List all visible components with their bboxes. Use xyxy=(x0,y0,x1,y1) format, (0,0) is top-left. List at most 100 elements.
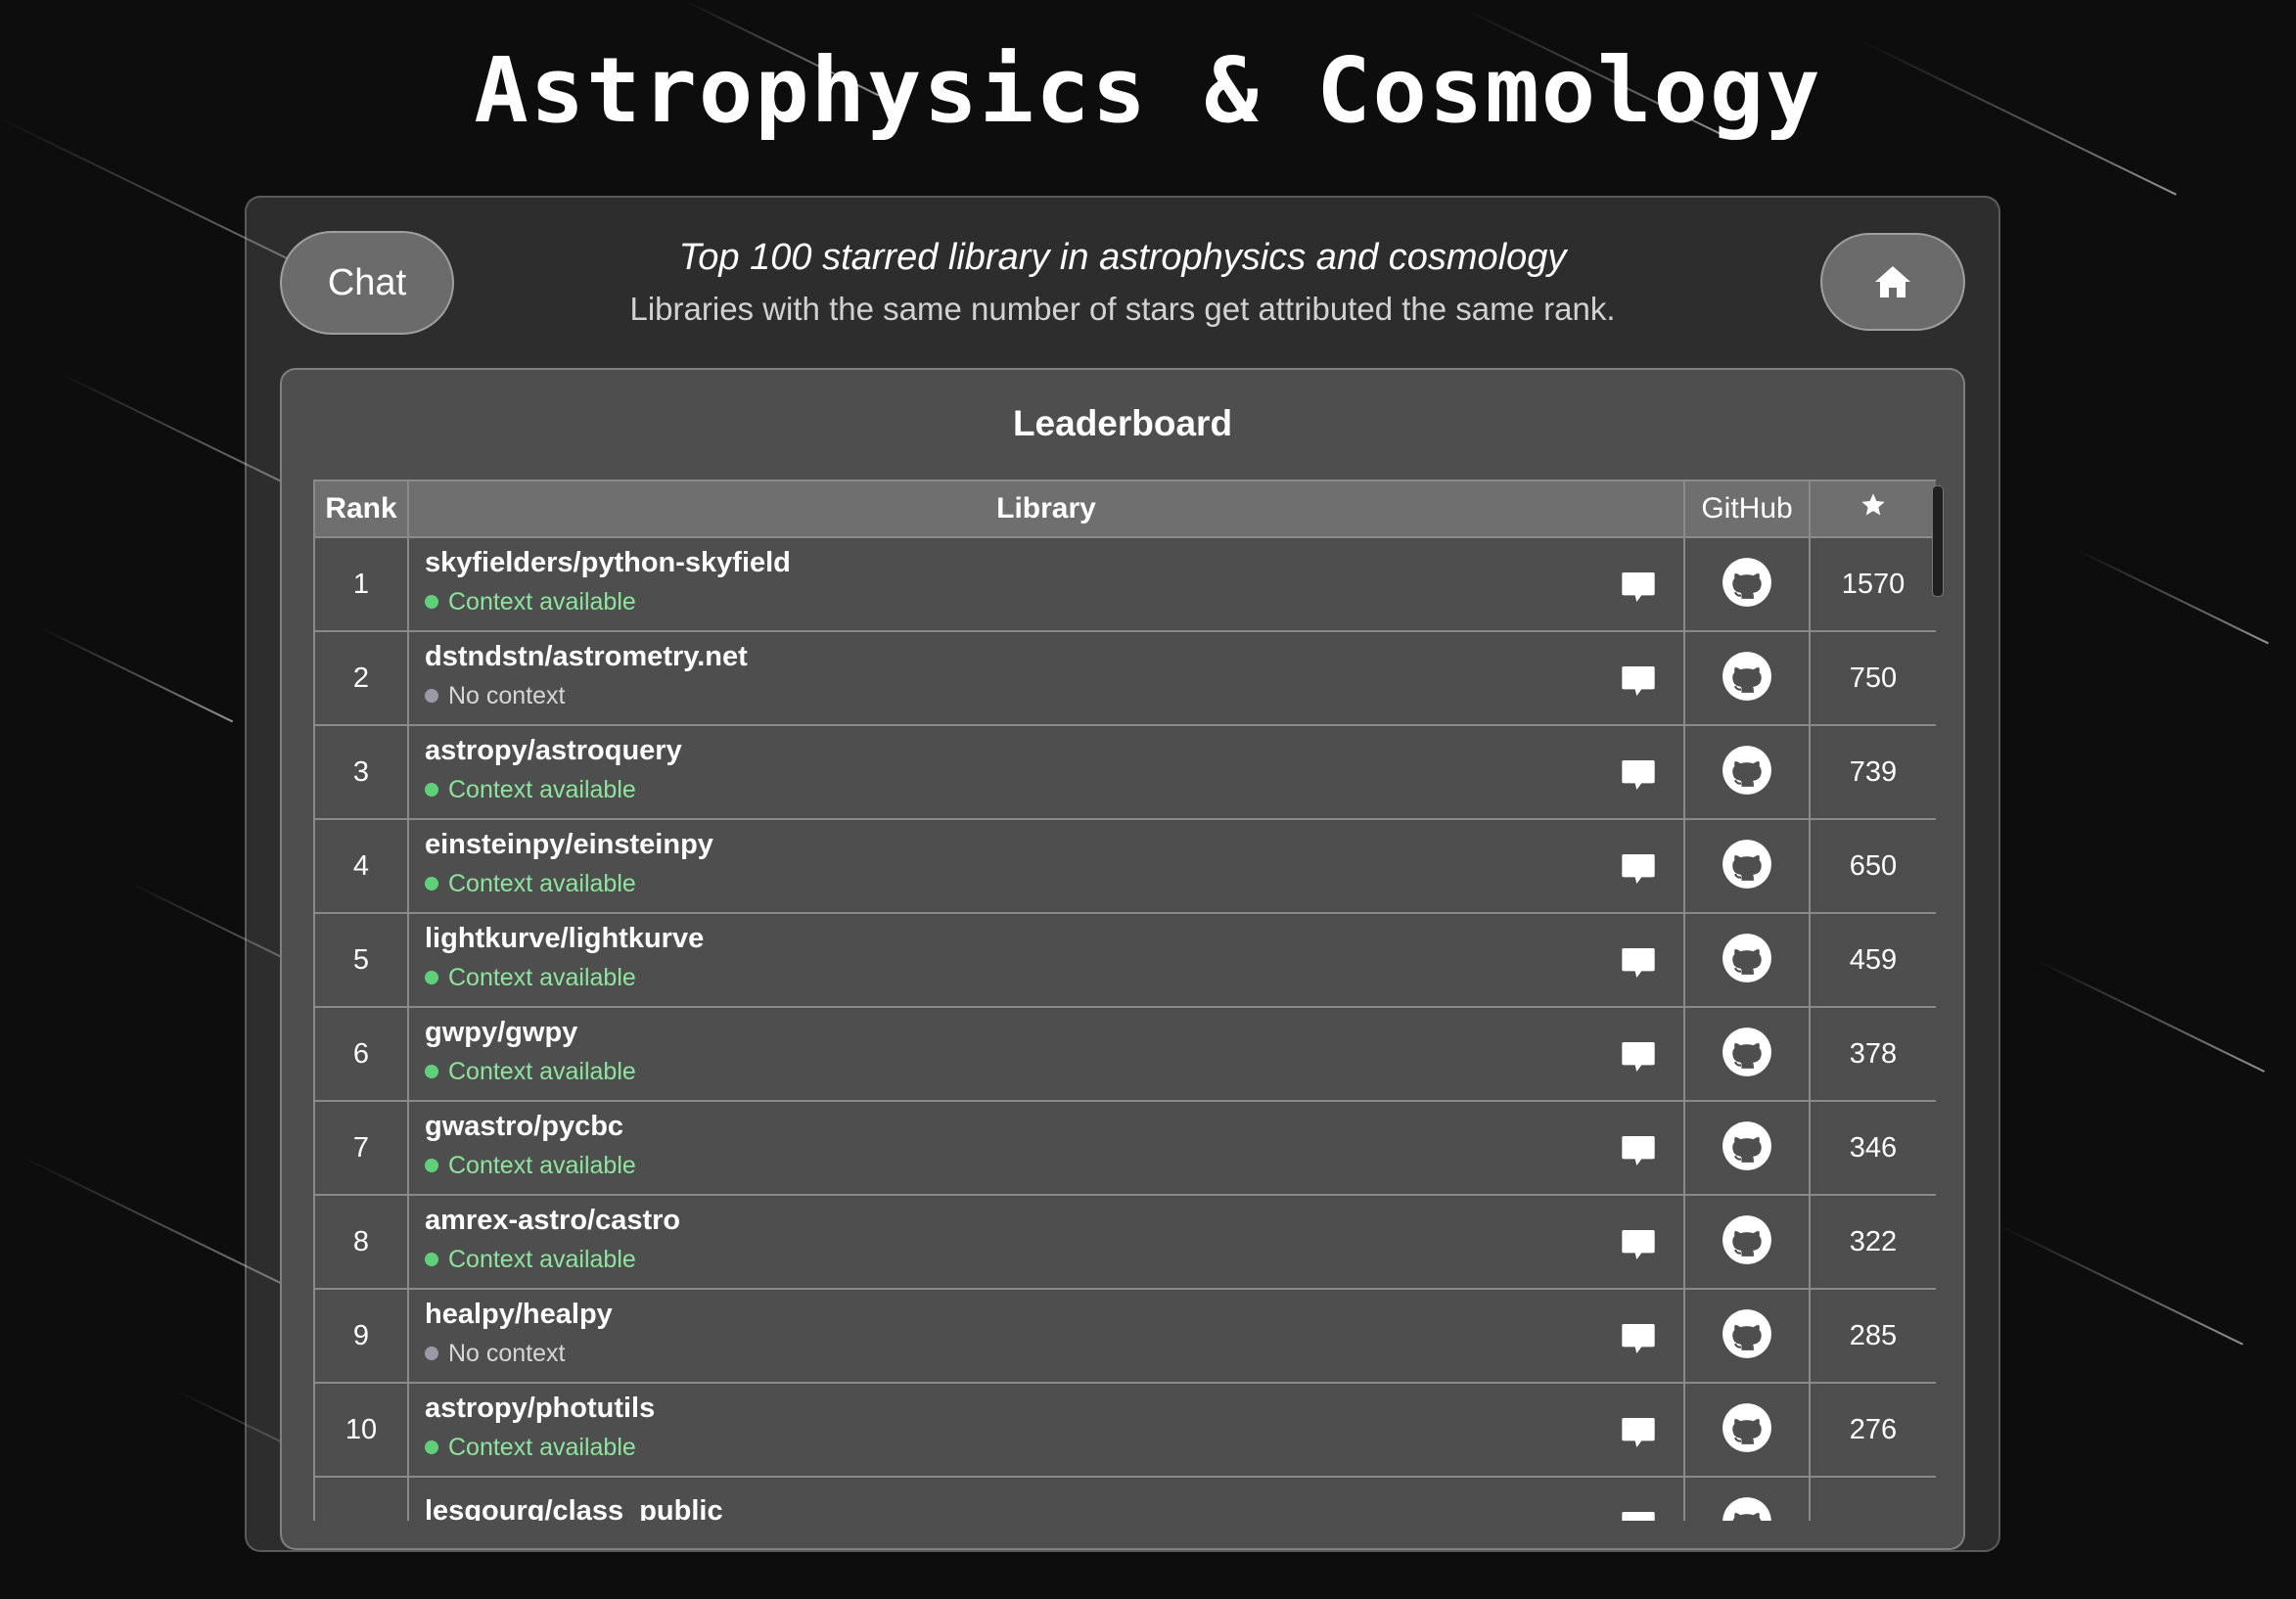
library-cell: skyfielders/python-skyfield Context avai… xyxy=(407,536,1685,632)
github-icon[interactable] xyxy=(1722,1308,1772,1359)
rank-cell: 9 xyxy=(313,1288,409,1384)
library-cell: lesgourg/class_public xyxy=(407,1476,1685,1521)
chat-bubble-icon[interactable] xyxy=(1619,943,1658,982)
home-icon xyxy=(1875,266,1910,297)
github-cell xyxy=(1683,1194,1811,1290)
library-name[interactable]: lightkurve/lightkurve xyxy=(425,921,1683,956)
github-icon[interactable] xyxy=(1722,933,1772,983)
chat-button[interactable]: Chat xyxy=(280,231,454,335)
context-status-dot xyxy=(425,689,438,703)
library-name[interactable]: dstndstn/astrometry.net xyxy=(425,639,1683,674)
chat-bubble-icon[interactable] xyxy=(1619,1507,1658,1521)
table-row: 4 einsteinpy/einsteinpy Context availabl… xyxy=(313,818,1936,914)
table-scrollbar[interactable] xyxy=(1932,485,1944,597)
context-status-label: No context xyxy=(448,1340,566,1367)
library-name[interactable]: einsteinpy/einsteinpy xyxy=(425,827,1683,862)
chat-bubble-icon[interactable] xyxy=(1619,1037,1658,1076)
star-icon xyxy=(1861,493,1885,516)
github-cell xyxy=(1683,1288,1811,1384)
page-title: Astrophysics & Cosmology xyxy=(474,38,1822,143)
library-name[interactable]: gwpy/gwpy xyxy=(425,1015,1683,1050)
context-status-dot xyxy=(425,1159,438,1172)
table-row: 2 dstndstn/astrometry.net No context 750 xyxy=(313,630,1936,726)
chat-bubble-icon[interactable] xyxy=(1619,568,1658,607)
chat-bubble-icon[interactable] xyxy=(1619,1225,1658,1264)
stars-cell xyxy=(1809,1476,1936,1521)
table-row: 7 gwastro/pycbc Context available 346 xyxy=(313,1100,1936,1196)
github-cell xyxy=(1683,1100,1811,1196)
column-header-stars[interactable] xyxy=(1809,480,1936,538)
library-name[interactable]: astropy/photutils xyxy=(425,1391,1683,1426)
library-cell: gwastro/pycbc Context available xyxy=(407,1100,1685,1196)
chat-bubble-icon[interactable] xyxy=(1619,849,1658,889)
table-row: 5 lightkurve/lightkurve Context availabl… xyxy=(313,912,1936,1008)
github-icon[interactable] xyxy=(1722,1120,1772,1171)
github-cell xyxy=(1683,630,1811,726)
rank-cell: 4 xyxy=(313,818,409,914)
github-icon[interactable] xyxy=(1722,1214,1772,1265)
library-cell: gwpy/gwpy Context available xyxy=(407,1006,1685,1102)
context-status: Context available xyxy=(425,868,1683,899)
context-status-dot xyxy=(425,595,438,609)
table-row: 8 amrex-astro/castro Context available 3… xyxy=(313,1194,1936,1290)
rank-cell: 7 xyxy=(313,1100,409,1196)
stars-cell: 650 xyxy=(1809,818,1936,914)
github-icon[interactable] xyxy=(1722,651,1772,702)
column-header-library[interactable]: Library xyxy=(407,480,1685,538)
table-header-row: Rank Library GitHub xyxy=(313,480,1936,538)
stars-cell: 459 xyxy=(1809,912,1936,1008)
github-icon[interactable] xyxy=(1722,1402,1772,1453)
github-cell xyxy=(1683,1382,1811,1478)
column-header-github[interactable]: GitHub xyxy=(1683,480,1811,538)
chat-bubble-icon[interactable] xyxy=(1619,1413,1658,1452)
chat-bubble-icon[interactable] xyxy=(1619,755,1658,795)
github-icon[interactable] xyxy=(1722,557,1772,608)
context-status: Context available xyxy=(425,1432,1683,1463)
rank-cell: 2 xyxy=(313,630,409,726)
context-status-dot xyxy=(425,971,438,984)
github-icon[interactable] xyxy=(1722,1027,1772,1077)
github-icon[interactable] xyxy=(1722,745,1772,796)
github-cell xyxy=(1683,912,1811,1008)
context-status-dot xyxy=(425,877,438,891)
leaderboard-table-scroll[interactable]: Rank Library GitHub 1 skyfielders/python… xyxy=(313,480,1936,1521)
home-button[interactable] xyxy=(1820,233,1965,331)
library-name[interactable]: lesgourg/class_public xyxy=(425,1493,1683,1521)
context-status-label: No context xyxy=(448,682,566,709)
github-icon[interactable] xyxy=(1722,1496,1772,1522)
github-cell xyxy=(1683,724,1811,820)
rank-cell: 8 xyxy=(313,1194,409,1290)
github-cell xyxy=(1683,1476,1811,1522)
github-cell xyxy=(1683,536,1811,632)
context-status: Context available xyxy=(425,962,1683,993)
library-name[interactable]: amrex-astro/castro xyxy=(425,1203,1683,1238)
context-status-dot xyxy=(425,1440,438,1454)
library-name[interactable]: healpy/healpy xyxy=(425,1297,1683,1332)
context-status: Context available xyxy=(425,774,1683,805)
subtitle: Top 100 starred library in astrophysics … xyxy=(678,237,1567,278)
context-status-dot xyxy=(425,1253,438,1266)
stars-cell: 346 xyxy=(1809,1100,1936,1196)
stars-cell: 285 xyxy=(1809,1288,1936,1384)
library-name[interactable]: gwastro/pycbc xyxy=(425,1109,1683,1144)
leaderboard-title: Leaderboard xyxy=(1012,403,1233,443)
github-cell xyxy=(1683,1006,1811,1102)
github-icon[interactable] xyxy=(1722,839,1772,890)
rank-note: Libraries with the same number of stars … xyxy=(629,291,1616,327)
github-cell xyxy=(1683,818,1811,914)
stars-cell: 276 xyxy=(1809,1382,1936,1478)
column-header-rank[interactable]: Rank xyxy=(313,480,409,538)
library-name[interactable]: skyfielders/python-skyfield xyxy=(425,545,1683,580)
chat-bubble-icon[interactable] xyxy=(1619,1131,1658,1170)
leaderboard-table: Rank Library GitHub 1 skyfielders/python… xyxy=(313,480,1936,1521)
library-cell: amrex-astro/castro Context available xyxy=(407,1194,1685,1290)
library-name[interactable]: astropy/astroquery xyxy=(425,733,1683,768)
rank-cell: 3 xyxy=(313,724,409,820)
stars-cell: 378 xyxy=(1809,1006,1936,1102)
chat-bubble-icon[interactable] xyxy=(1619,662,1658,701)
table-row: 9 healpy/healpy No context 285 xyxy=(313,1288,1936,1384)
main-panel: Chat Top 100 starred library in astrophy… xyxy=(245,196,2000,1552)
stars-cell: 739 xyxy=(1809,724,1936,820)
chat-bubble-icon[interactable] xyxy=(1619,1319,1658,1358)
context-status-label: Context available xyxy=(448,776,636,803)
